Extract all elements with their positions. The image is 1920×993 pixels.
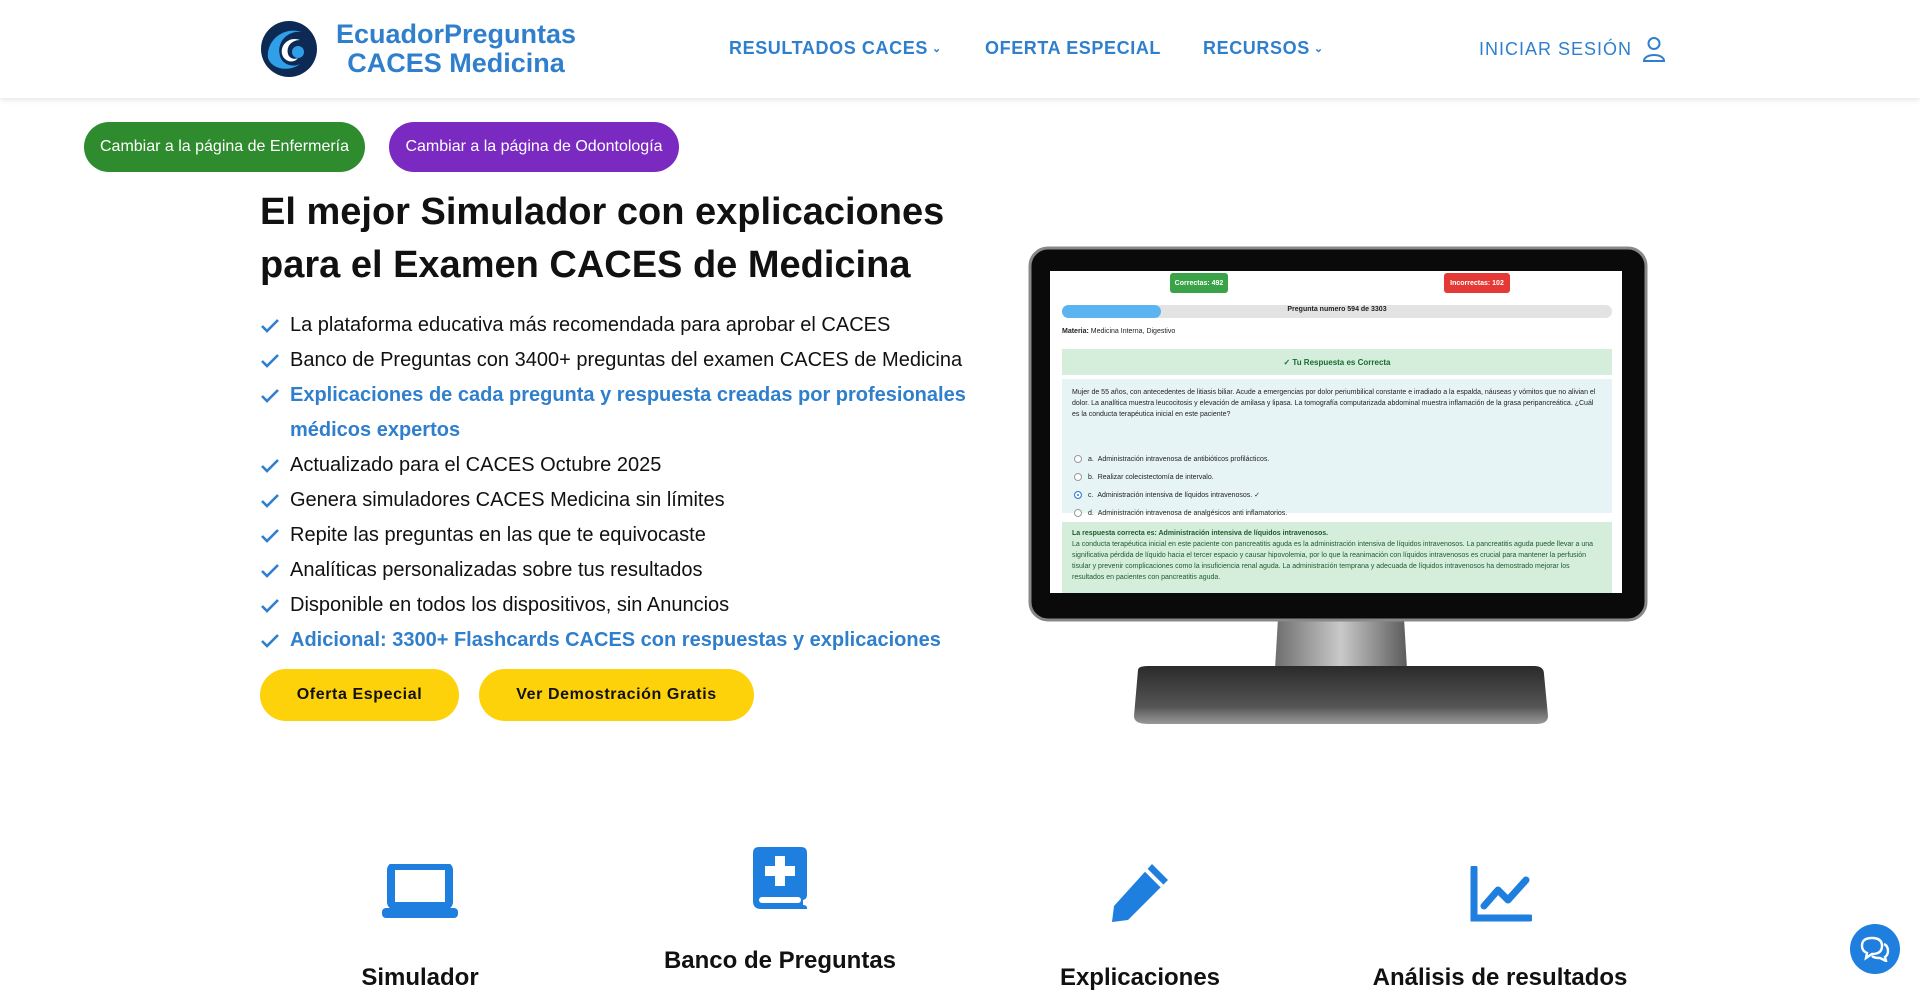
- feature-text: La plataforma educativa más recomendada …: [290, 314, 891, 336]
- check-icon: [261, 529, 279, 543]
- free-demo-label: Ver Demostración Gratis: [516, 686, 717, 703]
- answer-option: d. Administración intravenosa de analgés…: [1074, 509, 1287, 517]
- special-offer-label: Oferta Especial: [296, 686, 423, 703]
- nav-label: OFERTA ESPECIAL: [985, 38, 1162, 58]
- chevron-down-icon: ⌄: [1313, 43, 1324, 55]
- feature-item: Banco de Preguntas con 3400+ preguntas d…: [260, 343, 1000, 378]
- nav-recursos[interactable]: RECURSOS ⌄: [1203, 38, 1324, 59]
- option-text: Administración intravenosa de antibiótic…: [1097, 455, 1270, 463]
- feature-card-label: Banco de Preguntas: [663, 947, 897, 974]
- brand-line-2: CACES Medicina: [347, 48, 565, 78]
- radio-selected-icon: [1074, 491, 1082, 499]
- radio-icon: [1074, 473, 1082, 481]
- answer-option: a. Administración intravenosa de antibió…: [1074, 455, 1269, 463]
- chat-widget-button[interactable]: [1850, 924, 1900, 974]
- check-icon: [261, 564, 279, 578]
- feature-item: La plataforma educativa más recomendada …: [260, 308, 1000, 343]
- login-link[interactable]: INICIAR SESIÓN: [1479, 36, 1666, 62]
- switch-nursing-label: Cambiar a la página de Enfermería: [99, 138, 350, 155]
- feature-card-label: Simulador: [361, 964, 479, 991]
- correct-count-badge: Correctas: 492: [1170, 273, 1228, 293]
- answer-option: c. Administración intensiva de líquidos …: [1074, 491, 1260, 499]
- pencil-icon: [1112, 864, 1168, 922]
- feature-text: Actualizado para el CACES Octubre 2025: [290, 454, 662, 476]
- feature-item: Genera simuladores CACES Medicina sin lí…: [260, 483, 1000, 518]
- feature-item: Explicaciones de cada pregunta y respues…: [260, 378, 1000, 448]
- feature-text: Repite las preguntas en las que te equiv…: [290, 524, 706, 546]
- option-text: Administración intensiva de líquidos int…: [1097, 492, 1261, 499]
- feature-card-label: Análisis de resultados: [1372, 964, 1628, 991]
- user-icon: [1643, 37, 1666, 62]
- switch-dentistry-label: Cambiar a la página de Odontología: [405, 138, 663, 155]
- option-letter: c.: [1088, 491, 1094, 499]
- feature-item: Repite las preguntas en las que te equiv…: [260, 518, 1000, 553]
- feature-text: Disponible en todos los dispositivos, si…: [290, 594, 730, 616]
- feature-item: Analíticas personalizadas sobre tus resu…: [260, 553, 1000, 588]
- answer-explanation-box: La respuesta correcta es: Administración…: [1062, 522, 1612, 593]
- login-label: INICIAR SESIÓN: [1479, 38, 1633, 59]
- nav-oferta-especial[interactable]: OFERTA ESPECIAL: [985, 38, 1161, 59]
- check-icon: [261, 634, 279, 648]
- feature-text: Analíticas personalizadas sobre tus resu…: [290, 559, 703, 581]
- check-icon: [261, 599, 279, 613]
- check-icon: [261, 389, 279, 403]
- monitor-screen: Correctas: 492 Incorrectas: 102 Pregunta…: [1050, 271, 1622, 593]
- laptop-icon: [382, 864, 458, 918]
- switch-nursing-button[interactable]: Cambiar a la página de Enfermería: [84, 122, 365, 172]
- brand-name[interactable]: EcuadorPreguntas CACES Medicina: [326, 20, 586, 78]
- feature-item: Actualizado para el CACES Octubre 2025: [260, 448, 1000, 483]
- check-icon: [261, 459, 279, 473]
- question-progress-bar: Pregunta numero 594 de 3303: [1062, 305, 1612, 318]
- chat-bubbles-icon: [1860, 936, 1890, 962]
- feature-text: Banco de Preguntas con 3400+ preguntas d…: [290, 349, 963, 371]
- nav-label: RESULTADOS CACES: [729, 38, 928, 58]
- line-chart-icon: [1470, 866, 1532, 922]
- option-letter: d.: [1088, 509, 1094, 517]
- free-demo-button[interactable]: Ver Demostración Gratis: [479, 669, 754, 721]
- feature-card-label: Explicaciones: [1059, 964, 1221, 991]
- medical-book-icon: [753, 847, 807, 909]
- radio-icon: [1074, 509, 1082, 517]
- option-text: Administración intravenosa de analgésico…: [1097, 509, 1288, 517]
- option-letter: a.: [1088, 455, 1094, 463]
- materia-line: Materia: Medicina Interna, Digestivo: [1062, 328, 1175, 335]
- correct-answer-banner: ✓ Tu Respuesta es Correcta: [1062, 349, 1612, 375]
- question-number: Pregunta numero 594 de 3303: [1287, 306, 1387, 313]
- answer-explanation: La conducta terapéutica inicial en este …: [1072, 541, 1594, 581]
- check-icon: [261, 354, 279, 368]
- switch-dentistry-button[interactable]: Cambiar a la página de Odontología: [389, 122, 679, 172]
- materia-value: Medicina Interna, Digestivo: [1090, 328, 1176, 335]
- check-icon: [261, 494, 279, 508]
- feature-item: Disponible en todos los dispositivos, si…: [260, 588, 1000, 623]
- site-header: EcuadorPreguntas CACES Medicina RESULTAD…: [0, 0, 1920, 98]
- nav-label: RECURSOS: [1203, 38, 1310, 58]
- feature-text: Explicaciones de cada pregunta y respues…: [290, 384, 966, 441]
- special-offer-button[interactable]: Oferta Especial: [260, 669, 459, 721]
- answer-title: La respuesta correcta es: Administración…: [1072, 530, 1329, 537]
- logo-icon[interactable]: [258, 20, 320, 78]
- brand-line-1: EcuadorPreguntas: [335, 19, 577, 49]
- feature-text: Adicional: 3300+ Flashcards CACES con re…: [290, 629, 941, 651]
- feature-text: Genera simuladores CACES Medicina sin lí…: [290, 489, 725, 511]
- hero-title: El mejor Simulador con explicaciones par…: [260, 191, 945, 286]
- option-text: Realizar colecistectomía de intervalo.: [1097, 473, 1214, 481]
- answer-option: b. Realizar colecistectomía de intervalo…: [1074, 473, 1214, 481]
- check-icon: [261, 319, 279, 333]
- question-box: Mujer de 55 años, con antecedentes de li…: [1062, 379, 1612, 517]
- question-text: Mujer de 55 años, con antecedentes de li…: [1072, 389, 1596, 418]
- feature-list: La plataforma educativa más recomendada …: [260, 308, 1000, 658]
- incorrect-count-badge: Incorrectas: 102: [1444, 273, 1510, 293]
- nav-resultados-caces[interactable]: RESULTADOS CACES ⌄: [729, 38, 942, 59]
- radio-icon: [1074, 455, 1082, 463]
- chevron-down-icon: ⌄: [931, 43, 942, 55]
- option-letter: b.: [1088, 473, 1094, 481]
- feature-item: Adicional: 3300+ Flashcards CACES con re…: [260, 623, 1000, 658]
- materia-label: Materia:: [1062, 328, 1089, 335]
